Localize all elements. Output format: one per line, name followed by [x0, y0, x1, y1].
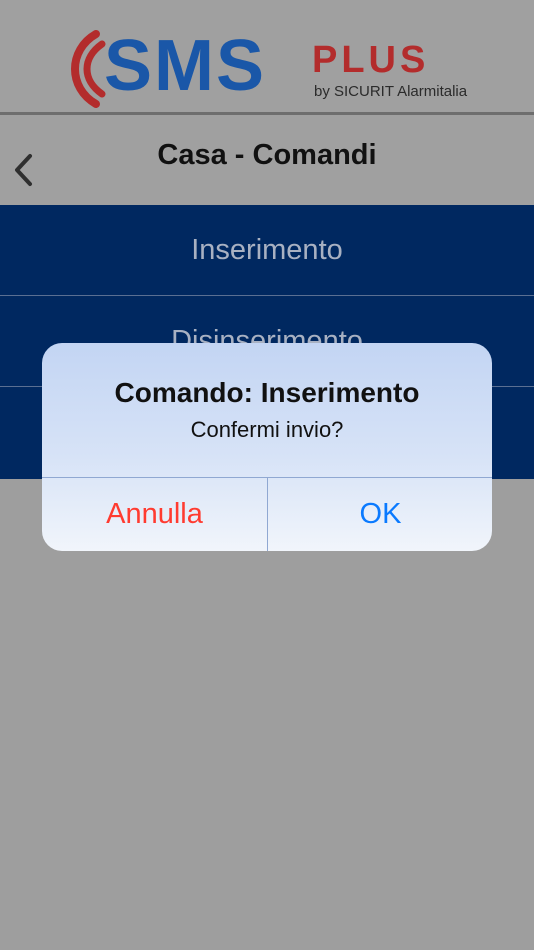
cancel-button[interactable]: Annulla: [42, 478, 267, 551]
command-inserimento[interactable]: Inserimento: [0, 205, 534, 296]
navigation-bar: Casa - Comandi: [0, 115, 534, 205]
app-screen: SMS PLUS by SICURIT Alarmitalia Casa - C…: [0, 0, 534, 950]
logo-header: SMS PLUS by SICURIT Alarmitalia: [0, 0, 534, 112]
dialog-title: Comando: Inserimento: [114, 377, 420, 408]
signal-waves-icon: [71, 30, 106, 108]
logo-brand: SMS: [104, 26, 267, 106]
dialog-message: Confermi invio?: [190, 417, 344, 442]
confirm-dialog: Comando: Inserimento Confermi invio? Ann…: [42, 343, 492, 551]
ok-button[interactable]: OK: [268, 478, 492, 551]
page-title: Casa - Comandi: [157, 139, 377, 171]
logo-suffix: PLUS: [312, 39, 430, 81]
logo-byline: by SICURIT Alarmitalia: [314, 83, 468, 100]
